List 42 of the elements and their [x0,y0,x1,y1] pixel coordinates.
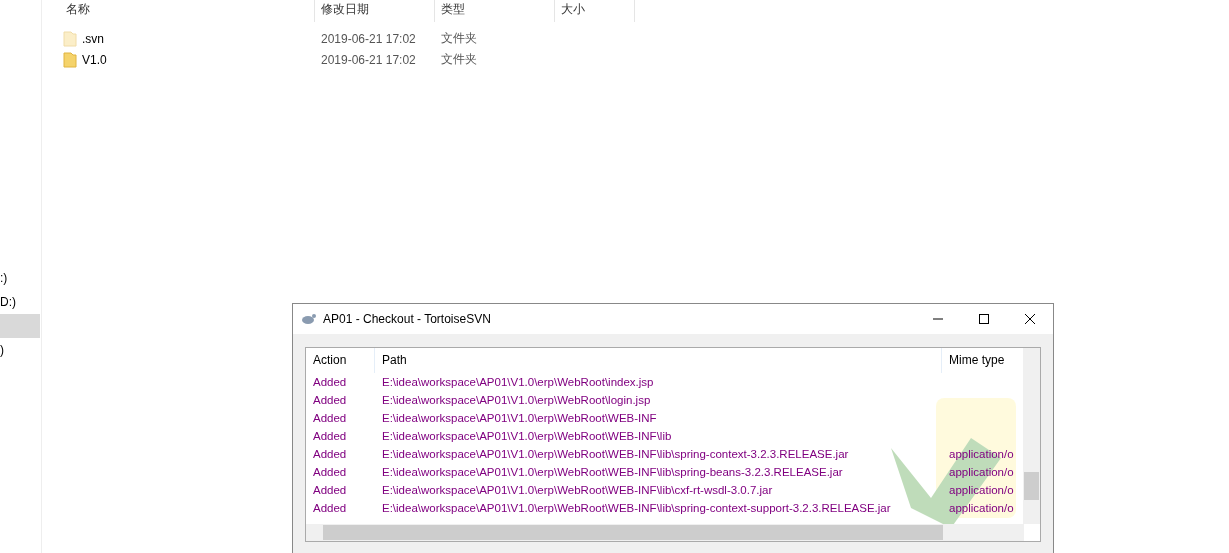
modified-date: 2019-06-21 17:02 [320,52,417,67]
sidebar-item[interactable]: :) [0,266,40,290]
action-cell-text: Added [312,393,348,408]
path-cell-text: E:\idea\workspace\AP01\V1.0\erp\WebRoot\WEB-INF\lib\spring-context-3.2.3.RELEASE.jar [381,447,850,462]
maximize-icon [979,314,989,324]
path-cell-text: E:\idea\workspace\AP01\V1.0\erp\WebRoot\WEB-INF\lib\cxf-rt-wsdl-3.0.7.jar [381,483,774,498]
mime-type-cell-text: application/o [948,465,1015,480]
file-type: 文件夹 [440,51,478,68]
action-cell-text: Added [312,465,348,480]
action-cell-text: Added [312,375,348,390]
path-cell-text: E:\idea\workspace\AP01\V1.0\erp\WebRoot\WEB-INF\lib\spring-context-support-3.2.3.RELEASE.jar [381,501,892,516]
sidebar-item[interactable]: D:) [0,290,40,314]
path-cell-text: E:\idea\workspace\AP01\V1.0\erp\WebRoot\WEB-INF\lib [381,429,673,444]
path-cell-text: E:\idea\workspace\AP01\V1.0\erp\WebRoot\login.jsp [381,393,652,408]
sidebar-item[interactable]: ) [0,338,40,362]
path-cell-text: E:\idea\workspace\AP01\V1.0\erp\WebRoot\WEB-INF\lib\spring-beans-3.2.3.RELEASE.jar [381,465,844,480]
action-cell-text: Added [312,483,348,498]
path-cell-text: E:\idea\workspace\AP01\V1.0\erp\WebRoot\index.jsp [381,375,655,390]
column-header[interactable]: 名称 [60,0,315,22]
column-header[interactable]: Action [306,348,375,373]
mime-type-cell-text: application/o [948,447,1015,462]
column-header[interactable]: 大小 [555,0,635,22]
action-cell-text: Added [312,429,348,444]
vertical-scrollbar[interactable] [1023,348,1040,524]
action-cell-text: Added [312,501,348,516]
column-header[interactable]: Path [375,348,942,373]
sidebar-item[interactable] [0,314,40,338]
column-header[interactable]: 修改日期 [315,0,435,22]
modified-date: 2019-06-21 17:02 [320,31,417,46]
path-cell-text: E:\idea\workspace\AP01\V1.0\erp\WebRoot\WEB-INF [381,411,658,426]
mime-type-cell-text: application/o [948,483,1015,498]
file-name[interactable]: .svn [82,31,104,46]
window-title: AP01 - Checkout - TortoiseSVN [323,312,492,326]
column-header[interactable]: 类型 [435,0,555,22]
file-name[interactable]: V1.0 [82,52,107,67]
close-icon [1025,314,1035,324]
horizontal-scrollbar[interactable] [306,524,1024,541]
action-cell-text: Added [312,447,348,462]
mime-type-cell-text: application/o [948,501,1015,516]
turtle-icon [301,312,317,326]
file-type: 文件夹 [440,30,478,47]
action-cell-text: Added [312,411,348,426]
